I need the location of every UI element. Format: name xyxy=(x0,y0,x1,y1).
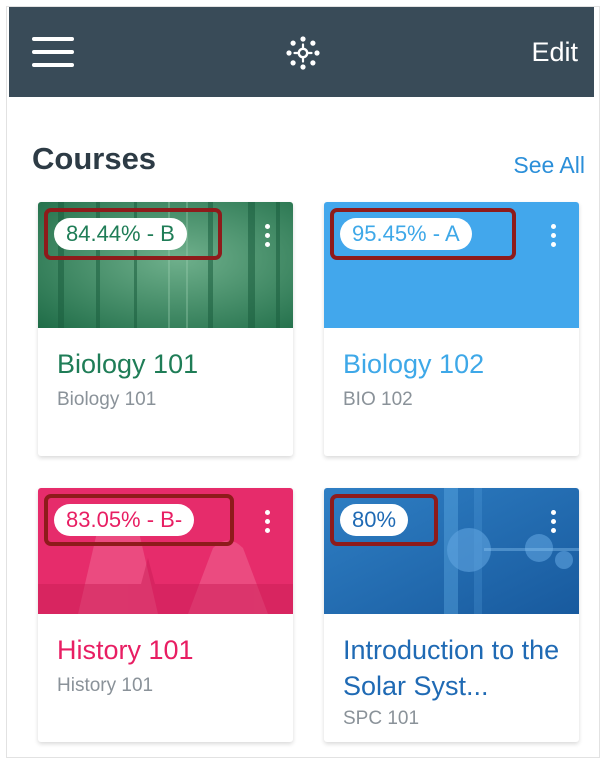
more-options-icon[interactable] xyxy=(549,510,557,538)
course-name: History 101 xyxy=(57,635,194,665)
grade-highlight-box xyxy=(330,208,516,260)
course-code: History 101 xyxy=(57,675,154,696)
top-navbar: Edit xyxy=(9,7,594,97)
grade-highlight-box xyxy=(330,494,438,546)
course-name: Introduction to the Solar Syst... xyxy=(343,635,560,701)
courses-heading: Courses xyxy=(32,141,157,176)
course-code: SPC 101 xyxy=(343,708,420,729)
course-name: Biology 101 xyxy=(57,349,199,379)
course-code: BIO 102 xyxy=(343,389,413,410)
more-options-icon[interactable] xyxy=(263,510,271,538)
more-options-icon[interactable] xyxy=(263,224,271,252)
edit-button[interactable]: Edit xyxy=(531,37,578,68)
course-image: 84.44% - B xyxy=(38,202,293,328)
canvas-logo-icon xyxy=(286,36,320,70)
grade-highlight-box xyxy=(44,494,234,546)
course-code: Biology 101 xyxy=(57,389,157,410)
course-image: 80% xyxy=(324,488,579,614)
course-image: 95.45% - A xyxy=(324,202,579,328)
course-image: 83.05% - B- xyxy=(38,488,293,614)
course-card-biology-101[interactable]: 84.44% - B Biology 101 Biology 101 xyxy=(38,202,293,456)
see-all-link[interactable]: See All xyxy=(513,152,585,179)
hamburger-menu-icon[interactable] xyxy=(32,35,74,69)
course-card-biology-102[interactable]: 95.45% - A Biology 102 BIO 102 xyxy=(324,202,579,456)
course-card-solar-system[interactable]: 80% Introduction to the Solar Syst... SP… xyxy=(324,488,579,742)
grade-highlight-box xyxy=(44,208,222,260)
course-card-history-101[interactable]: 83.05% - B- History 101 History 101 xyxy=(38,488,293,742)
course-name: Biology 102 xyxy=(343,349,485,379)
more-options-icon[interactable] xyxy=(549,224,557,252)
